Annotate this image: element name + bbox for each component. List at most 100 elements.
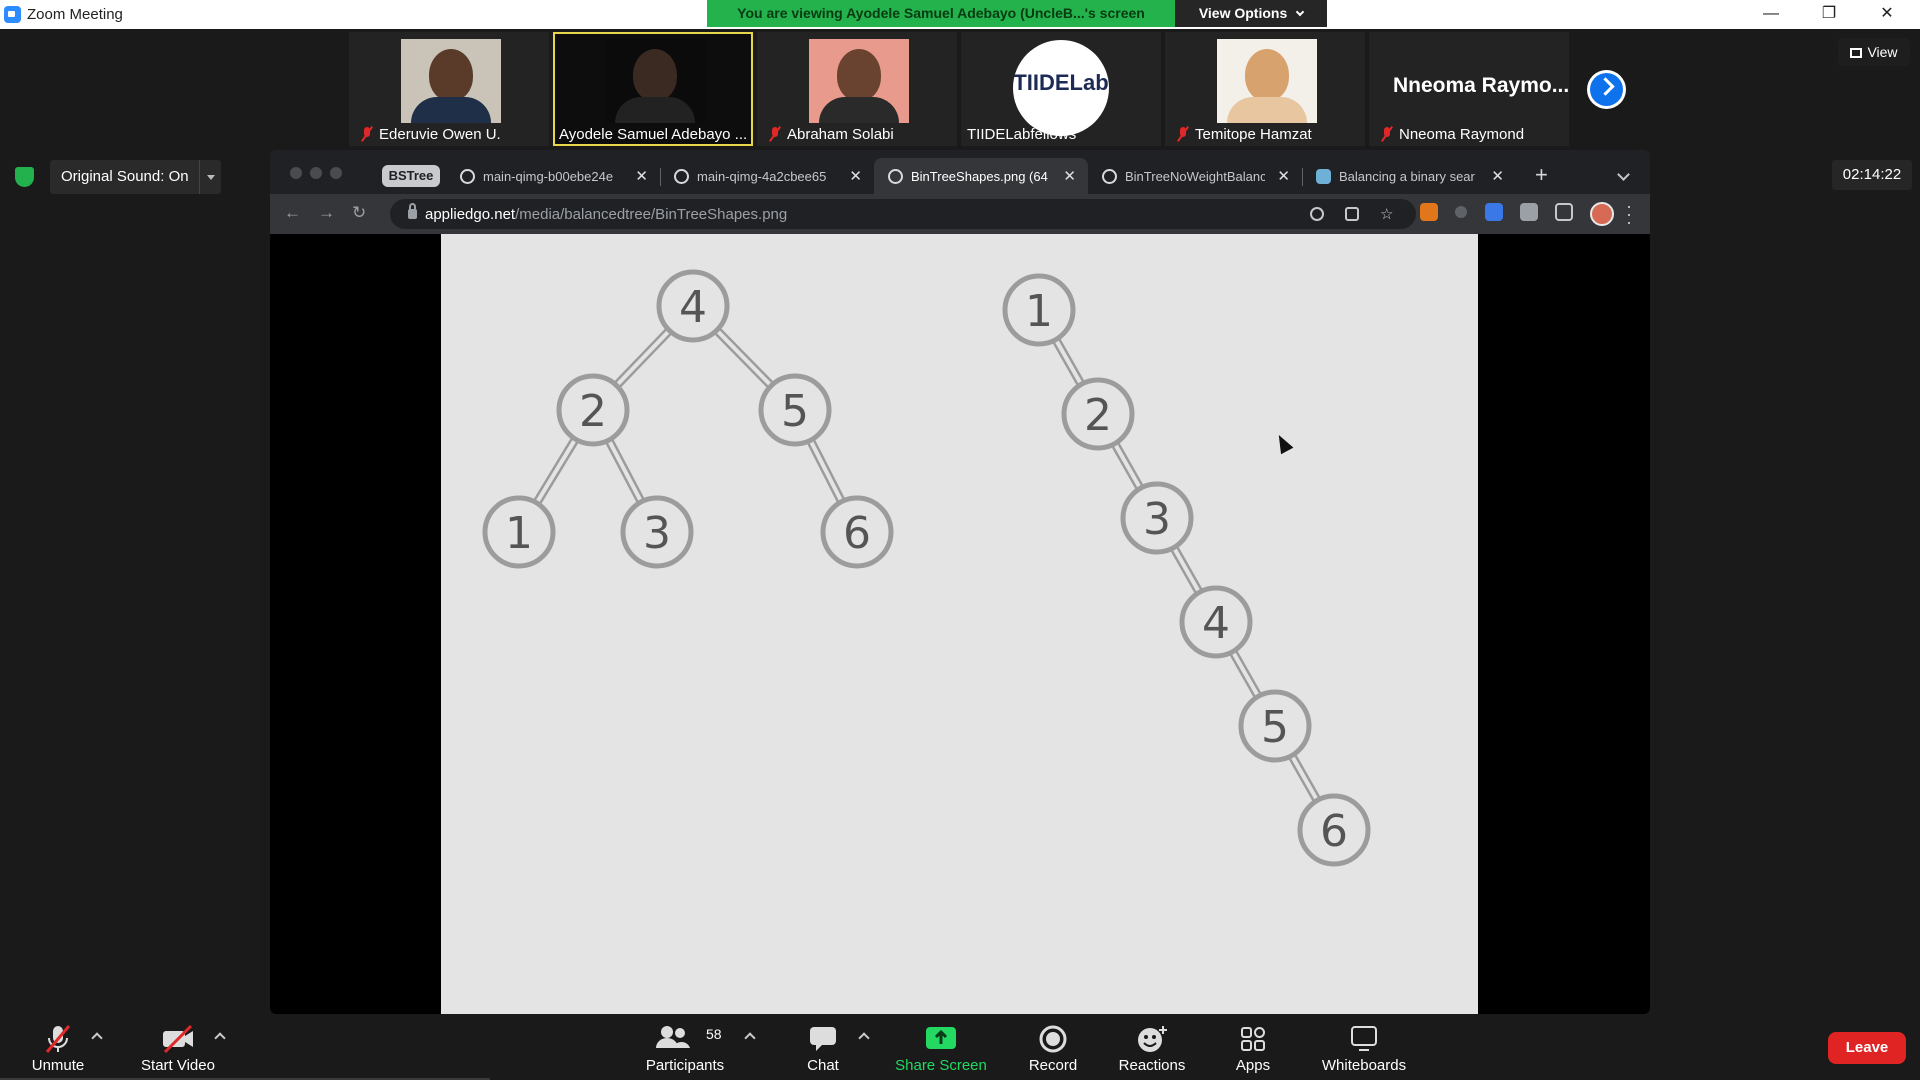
mic-muted-icon (1381, 127, 1393, 141)
original-sound-toggle[interactable]: Original Sound: On (50, 160, 221, 194)
degenerate-tree-node: 6 (1297, 793, 1371, 867)
f-extension-icon[interactable] (1485, 203, 1503, 221)
view-options-button[interactable]: View Options (1175, 0, 1327, 27)
meeting-controls-bar: Unmute Start Video 58 Participants Chat … (0, 1014, 1920, 1080)
view-label: View (1867, 44, 1898, 60)
mic-muted-icon (45, 1025, 71, 1053)
participants-icon (656, 1026, 690, 1048)
tree-node-label: 3 (1143, 494, 1171, 545)
reload-button[interactable]: ↻ (352, 203, 366, 223)
close-tab-icon[interactable]: ✕ (1063, 167, 1076, 185)
restore-button[interactable]: ❐ (1800, 0, 1858, 29)
tree-node-label: 5 (781, 386, 809, 437)
close-tab-icon[interactable]: ✕ (1491, 167, 1504, 185)
bintree-shapes-image: 4 2 5 1 3 6 1 2 3 4 5 6 (441, 234, 1478, 1014)
degenerate-tree-node: 3 (1120, 481, 1194, 555)
close-window-button[interactable]: ✕ (1858, 0, 1916, 29)
minimize-dot-icon[interactable] (310, 167, 322, 179)
profile-avatar[interactable] (1590, 202, 1614, 226)
close-tab-icon[interactable]: ✕ (1277, 167, 1290, 185)
view-layout-button[interactable]: View (1838, 38, 1910, 66)
close-dot-icon[interactable] (290, 167, 302, 179)
participant-tile[interactable]: Abraham Solabi (757, 32, 957, 146)
participant-tile[interactable]: TIIDELab TIIDELabfellows (961, 32, 1161, 146)
participants-caret-icon[interactable] (744, 1032, 756, 1044)
degenerate-tree-node: 5 (1238, 689, 1312, 763)
url-host: appliedgo.net (425, 206, 516, 223)
chevron-down-icon[interactable] (199, 160, 221, 194)
unmute-button[interactable]: Unmute (20, 1014, 96, 1080)
mic-muted-icon (1177, 127, 1189, 141)
zoom-magnifier-icon[interactable] (1310, 207, 1324, 221)
tree-node-label: 4 (679, 282, 707, 333)
participant-tile[interactable]: Nneoma Raymo... Nneoma Raymond (1369, 32, 1569, 146)
leave-meeting-button[interactable]: Leave (1828, 1032, 1906, 1064)
participant-tile-active-speaker[interactable]: Ayodele Samuel Adebayo ... (553, 32, 753, 146)
tab-group-chip[interactable]: BSTree (382, 165, 440, 187)
kebab-menu-icon[interactable]: · · · (1626, 197, 1632, 231)
meeting-timer: 02:14:22 (1832, 160, 1912, 190)
balanced-tree-node: 3 (620, 495, 694, 569)
globe-icon (460, 169, 475, 184)
tab-strip: BSTree main-qimg-b00ebe24e ✕ main-qimg-4… (270, 150, 1650, 194)
share-screen-button[interactable]: Share Screen (886, 1014, 996, 1080)
side-panel-icon[interactable] (1555, 203, 1573, 221)
tree-node-label: 2 (1084, 390, 1112, 441)
zoom-dot-icon[interactable] (330, 167, 342, 179)
participant-name: TIIDELabfellows (967, 126, 1077, 143)
record-icon (1039, 1025, 1067, 1053)
participant-name: Temitope Hamzat (1195, 126, 1312, 143)
minimize-button[interactable]: — (1742, 0, 1800, 29)
tiidelab-logo: TIIDELab (1013, 40, 1109, 136)
chat-button[interactable]: Chat (790, 1014, 856, 1080)
share-icon[interactable] (1345, 207, 1359, 221)
metamask-extension-icon[interactable] (1420, 203, 1438, 221)
close-tab-icon[interactable]: ✕ (849, 167, 862, 185)
shared-browser-window: BSTree main-qimg-b00ebe24e ✕ main-qimg-4… (270, 150, 1650, 1014)
screen-share-banner: You are viewing Ayodele Samuel Adebayo (… (707, 0, 1175, 27)
mic-muted-icon (769, 127, 781, 141)
record-label: Record (1028, 1057, 1078, 1074)
whiteboards-label: Whiteboards (1321, 1057, 1407, 1074)
reactions-label: Reactions (1118, 1057, 1186, 1074)
whiteboards-button[interactable]: Whiteboards (1312, 1014, 1416, 1080)
apps-button[interactable]: Apps (1222, 1014, 1284, 1080)
chevron-down-icon (1295, 7, 1305, 17)
next-page-arrow-icon[interactable] (1587, 70, 1626, 109)
record-button[interactable]: Record (1018, 1014, 1088, 1080)
balanced-tree-node: 6 (820, 495, 894, 569)
encryption-shield-icon (15, 167, 34, 187)
chevron-down-icon[interactable] (1617, 168, 1630, 181)
browser-tab[interactable]: main-qimg-4a2cbee65 ✕ (660, 158, 874, 194)
reactions-button[interactable]: Reactions (1110, 1014, 1194, 1080)
puzzle-extensions-icon[interactable] (1520, 203, 1538, 221)
start-video-label: Start Video (141, 1057, 215, 1074)
browser-tab[interactable]: main-qimg-b00ebe24e ✕ (446, 158, 660, 194)
back-button[interactable]: ← (284, 203, 301, 223)
forward-button[interactable]: → (318, 203, 335, 223)
close-tab-icon[interactable]: ✕ (635, 167, 648, 185)
participant-name: Nneoma Raymond (1399, 126, 1525, 143)
tree-node-label: 1 (505, 508, 533, 559)
view-options-label: View Options (1198, 5, 1288, 21)
address-bar[interactable]: appliedgo.net/media/balancedtree/BinTree… (390, 199, 1416, 229)
zoom-logo-icon (4, 6, 21, 23)
balanced-tree-node: 4 (656, 269, 730, 343)
chat-caret-icon[interactable] (858, 1032, 870, 1044)
tree-node-label: 5 (1261, 702, 1289, 753)
start-video-button[interactable]: Start Video (130, 1014, 226, 1080)
reactions-smiley-icon (1138, 1026, 1167, 1052)
browser-tab-active[interactable]: BinTreeShapes.png (64 ✕ (874, 158, 1088, 194)
participant-tile[interactable]: Ederuvie Owen U. (349, 32, 549, 146)
browser-tab[interactable]: BinTreeNoWeightBalanc ✕ (1088, 158, 1302, 194)
browser-tab[interactable]: Balancing a binary sear ✕ (1302, 158, 1516, 194)
extension-icon[interactable] (1455, 206, 1467, 218)
participant-name: Abraham Solabi (787, 126, 894, 143)
new-tab-button[interactable]: + (1535, 162, 1548, 188)
apps-label: Apps (1235, 1057, 1271, 1074)
participant-tile[interactable]: Temitope Hamzat (1165, 32, 1365, 146)
bookmark-star-icon[interactable]: ☆ (1380, 205, 1394, 223)
tab-title: BinTreeNoWeightBalanc (1125, 169, 1265, 184)
participants-button[interactable]: 58 Participants (640, 1014, 730, 1080)
chat-bubble-icon (810, 1027, 836, 1051)
